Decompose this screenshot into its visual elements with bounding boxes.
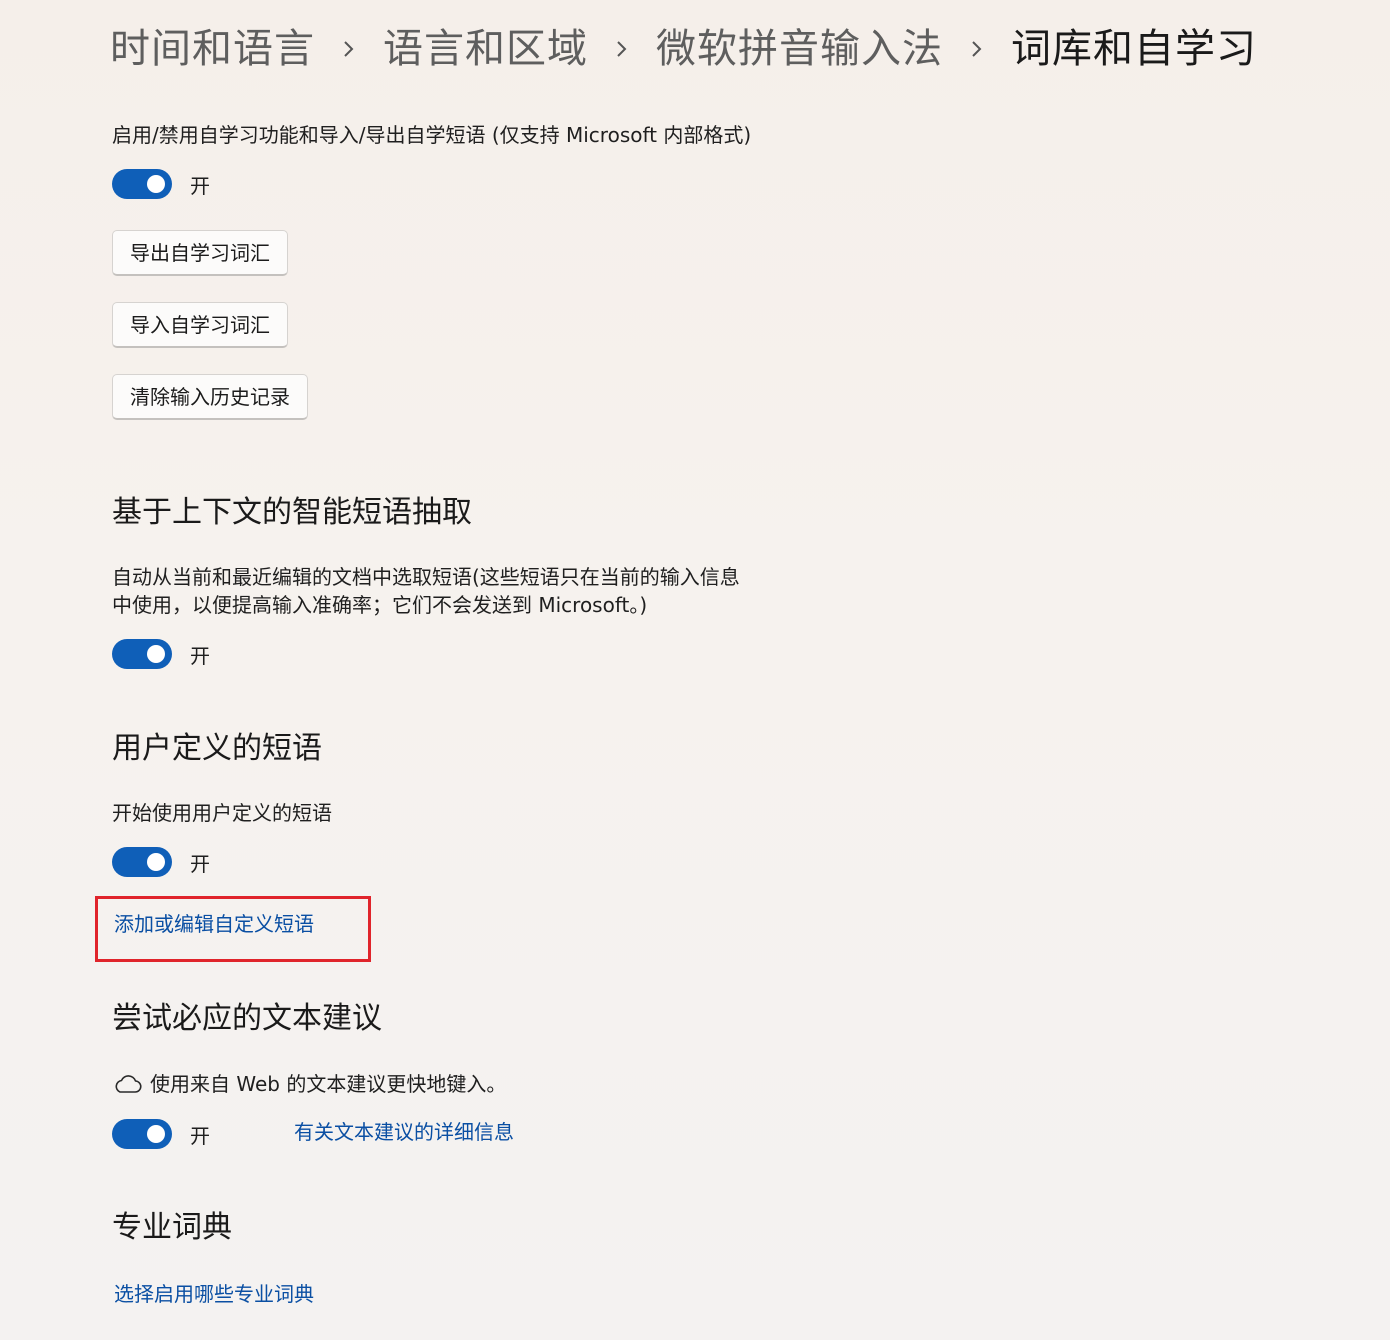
toggle-knob: [147, 1125, 165, 1143]
pro-dictionaries-title: 专业词典: [112, 1210, 232, 1245]
self-learning-toggle-row: 开: [112, 168, 210, 200]
user-phrases-toggle-row: 开: [112, 846, 210, 878]
page-title: 词库和自学习: [1011, 26, 1257, 72]
toggle-state-label: 开: [190, 851, 210, 876]
context-phrases-title: 基于上下文的智能短语抽取: [112, 495, 472, 530]
toggle-state-label: 开: [190, 643, 210, 668]
edit-custom-phrases-link[interactable]: 添加或编辑自定义短语: [114, 910, 314, 938]
context-phrases-description-line2: 中使用，以便提高输入准确率；它们不会发送到 Microsoft。): [112, 593, 648, 617]
breadcrumb: 时间和语言 语言和区域 微软拼音输入法 词库和自学习: [110, 18, 1257, 80]
context-phrases-toggle-row: 开: [112, 638, 210, 670]
text-suggestions-description: 使用来自 Web 的文本建议更快地键入。: [150, 1072, 507, 1096]
self-learning-description: 启用/禁用自学习功能和导入/导出自学短语 (仅支持 Microsoft 内部格式…: [112, 123, 752, 147]
user-phrases-description: 开始使用用户定义的短语: [112, 801, 332, 825]
text-suggestions-details-link[interactable]: 有关文本建议的详细信息: [294, 1118, 514, 1146]
breadcrumb-item-language-region[interactable]: 语言和区域: [383, 18, 588, 80]
export-self-learning-button[interactable]: 导出自学习词汇: [112, 230, 288, 276]
select-pro-dictionaries-link[interactable]: 选择启用哪些专业词典: [114, 1280, 314, 1308]
toggle-knob: [147, 175, 165, 193]
user-phrases-toggle[interactable]: [112, 847, 172, 877]
breadcrumb-item-time-language[interactable]: 时间和语言: [110, 18, 315, 80]
chevron-right-icon: [588, 18, 656, 80]
toggle-state-label: 开: [190, 1123, 210, 1148]
text-suggestions-description-row: 使用来自 Web 的文本建议更快地键入。: [112, 1068, 506, 1100]
import-self-learning-button[interactable]: 导入自学习词汇: [112, 302, 288, 348]
chevron-right-icon: [315, 18, 383, 80]
toggle-state-label: 开: [190, 173, 210, 198]
toggle-knob: [147, 645, 165, 663]
chevron-right-icon: [943, 18, 1011, 80]
breadcrumb-item-pinyin-ime[interactable]: 微软拼音输入法: [656, 18, 943, 80]
user-phrases-title: 用户定义的短语: [112, 731, 322, 766]
toggle-knob: [147, 853, 165, 871]
self-learning-toggle[interactable]: [112, 169, 172, 199]
text-suggestions-title: 尝试必应的文本建议: [112, 1001, 382, 1036]
context-phrases-toggle[interactable]: [112, 639, 172, 669]
cloud-icon: [115, 1075, 142, 1093]
clear-input-history-button[interactable]: 清除输入历史记录: [112, 374, 308, 420]
text-suggestions-toggle[interactable]: [112, 1119, 172, 1149]
text-suggestions-toggle-row: 开: [112, 1118, 210, 1150]
context-phrases-description-line1: 自动从当前和最近编辑的文档中选取短语(这些短语只在当前的输入信息: [112, 565, 740, 589]
